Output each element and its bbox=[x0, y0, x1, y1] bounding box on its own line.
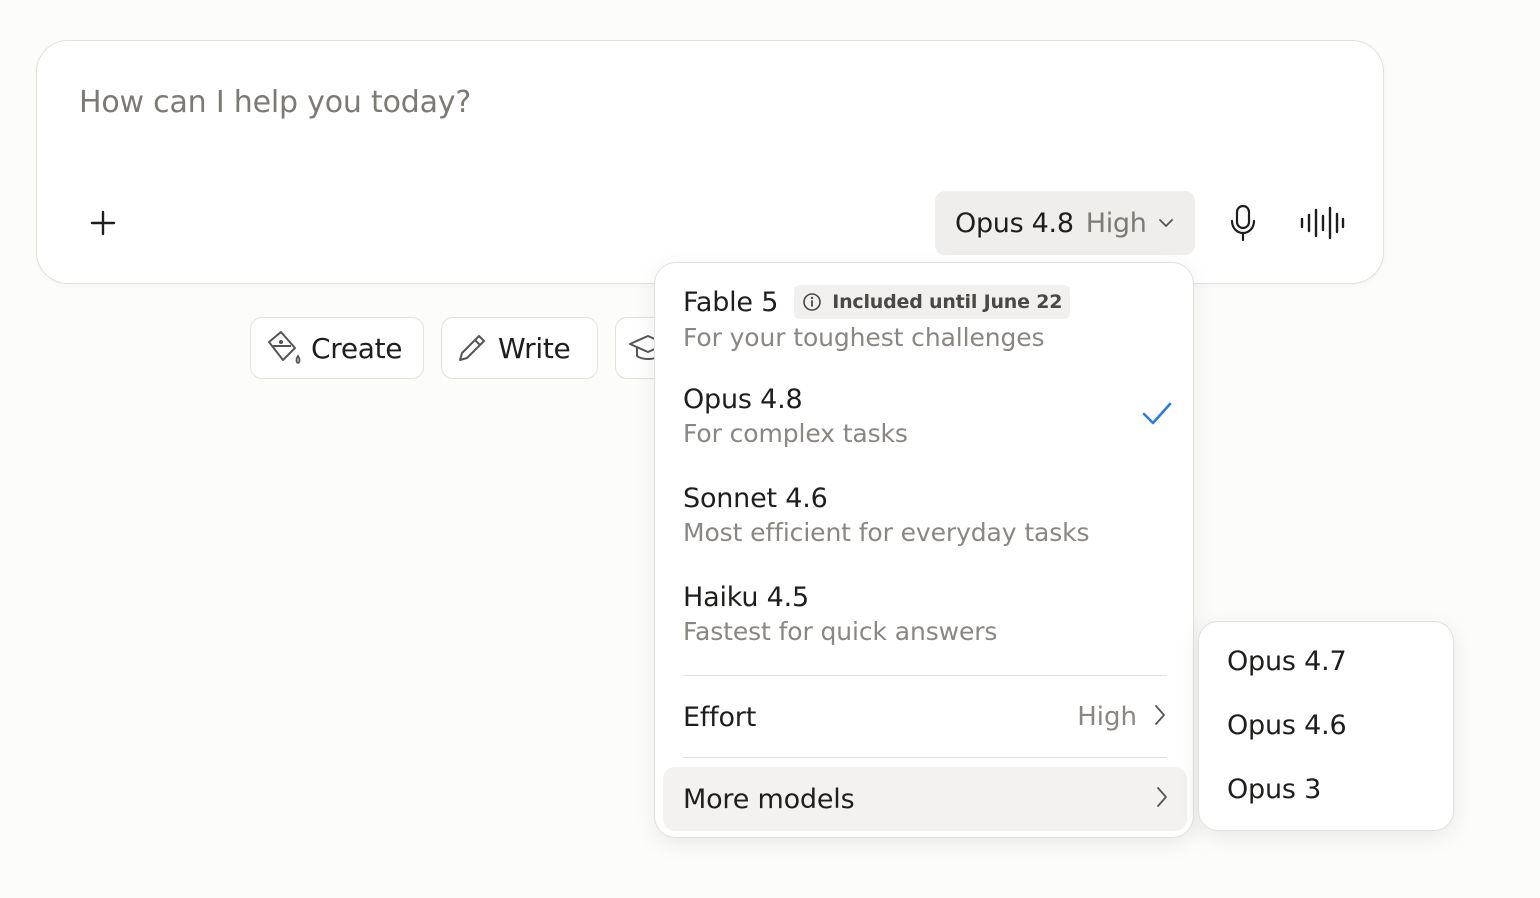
selected-effort: High bbox=[1085, 207, 1147, 239]
submenu-item-opus-4-7[interactable]: Opus 4.7 bbox=[1227, 646, 1347, 677]
pencil-icon bbox=[459, 335, 485, 361]
model-option-description: Fastest for quick answers bbox=[683, 617, 998, 646]
model-option-name: Haiku 4.5 bbox=[683, 582, 809, 613]
plus-icon bbox=[90, 210, 116, 236]
more-models-label: More models bbox=[683, 783, 855, 815]
model-option-fable-5[interactable]: Fable 5 Included until June 22 For your … bbox=[683, 285, 1173, 352]
availability-badge: Included until June 22 bbox=[794, 285, 1071, 319]
add-button[interactable] bbox=[81, 201, 125, 245]
microphone-button[interactable] bbox=[1223, 203, 1263, 243]
info-icon bbox=[802, 292, 822, 312]
create-chip-label: Create bbox=[311, 331, 403, 365]
chevron-right-icon bbox=[1155, 785, 1169, 813]
model-option-name: Fable 5 bbox=[683, 286, 779, 318]
model-option-description: Most efficient for everyday tasks bbox=[683, 518, 1090, 547]
voice-mode-button[interactable] bbox=[1299, 203, 1345, 243]
model-selector-button[interactable]: Opus 4.8 High bbox=[935, 191, 1195, 255]
chevron-right-icon bbox=[1153, 703, 1167, 731]
more-models-menu-item[interactable]: More models bbox=[663, 767, 1187, 831]
selected-model-name: Opus 4.8 bbox=[955, 207, 1074, 239]
effort-label: Effort bbox=[683, 701, 757, 733]
submenu-item-opus-4-6[interactable]: Opus 4.6 bbox=[1227, 710, 1347, 741]
effort-menu-item[interactable]: Effort High bbox=[683, 695, 1167, 739]
write-chip-button[interactable]: Write bbox=[441, 317, 598, 379]
menu-divider bbox=[683, 757, 1167, 758]
badge-text: Included until June 22 bbox=[832, 291, 1063, 313]
model-option-name: Opus 4.8 bbox=[683, 384, 803, 415]
chevron-down-icon bbox=[1157, 214, 1175, 232]
checkmark-icon bbox=[1141, 400, 1173, 432]
model-option-haiku-4-5[interactable]: Haiku 4.5 Fastest for quick answers bbox=[683, 582, 1173, 646]
submenu-item-opus-3[interactable]: Opus 3 bbox=[1227, 774, 1321, 805]
microphone-icon bbox=[1230, 204, 1256, 242]
write-chip-label: Write bbox=[498, 331, 571, 365]
model-option-opus-4-8[interactable]: Opus 4.8 For complex tasks bbox=[683, 384, 1173, 448]
chat-composer: How can I help you today? Opus 4.8 High bbox=[36, 40, 1384, 284]
model-option-description: For your toughest challenges bbox=[683, 323, 1045, 352]
menu-divider bbox=[683, 675, 1167, 676]
model-option-sonnet-4-6[interactable]: Sonnet 4.6 Most efficient for everyday t… bbox=[683, 483, 1173, 547]
effort-value: High bbox=[1077, 702, 1137, 732]
model-dropdown-menu: Fable 5 Included until June 22 For your … bbox=[654, 262, 1194, 838]
prompt-input[interactable]: How can I help you today? bbox=[79, 85, 471, 120]
paint-bucket-icon bbox=[268, 331, 301, 365]
audio-waveform-icon bbox=[1300, 206, 1345, 240]
model-option-description: For complex tasks bbox=[683, 419, 908, 448]
model-option-name: Sonnet 4.6 bbox=[683, 483, 828, 514]
create-chip-button[interactable]: Create bbox=[250, 317, 424, 379]
more-models-submenu: Opus 4.7 Opus 4.6 Opus 3 bbox=[1198, 621, 1454, 831]
